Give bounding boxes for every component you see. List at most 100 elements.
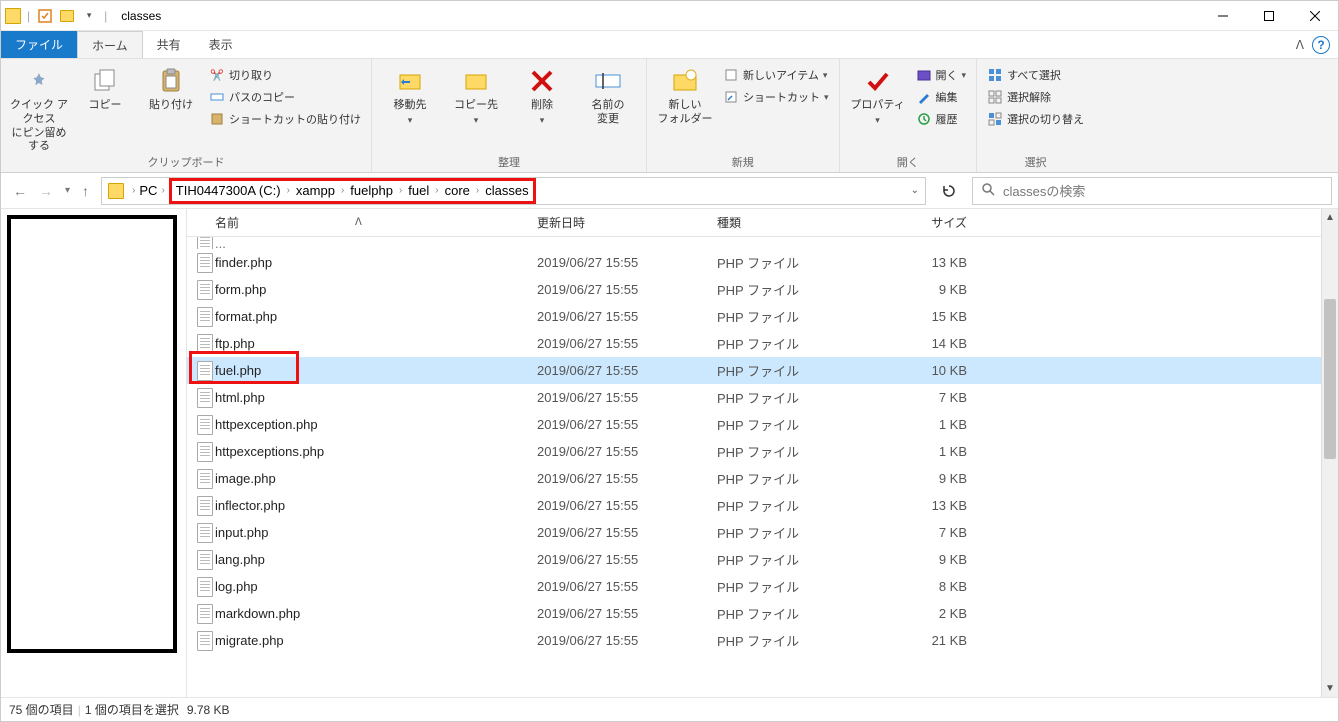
- tab-share[interactable]: 共有: [143, 31, 195, 58]
- folder-small-icon[interactable]: [58, 7, 76, 25]
- list-row[interactable]: httpexceptions.php 2019/06/27 15:55 PHP …: [187, 438, 1338, 465]
- titlebar: | ▾ | classes: [1, 1, 1338, 31]
- tab-file[interactable]: ファイル: [1, 31, 77, 58]
- ribbon: クイック アクセス にピン留めする コピー 貼り付け ✂️切り取り パスのコピー…: [1, 59, 1338, 173]
- file-name: httpexception.php: [215, 417, 537, 432]
- open-icon: [916, 67, 932, 83]
- file-name: migrate.php: [215, 633, 537, 648]
- delete-button[interactable]: 削除▾: [510, 63, 574, 126]
- list-row[interactable]: form.php 2019/06/27 15:55 PHP ファイル 9 KB: [187, 276, 1338, 303]
- crumb-xampp[interactable]: xampp: [296, 183, 335, 198]
- copy-to-button[interactable]: コピー先▾: [444, 63, 508, 126]
- list-row[interactable]: fuel.php 2019/06/27 15:55 PHP ファイル 10 KB: [187, 357, 1338, 384]
- ribbon-tabs: ファイル ホーム 共有 表示 ᐱ ?: [1, 31, 1338, 59]
- pin-to-quick-access-button[interactable]: クイック アクセス にピン留めする: [7, 63, 71, 154]
- scroll-up-icon[interactable]: ▲: [1322, 209, 1338, 226]
- scroll-thumb[interactable]: [1324, 299, 1336, 459]
- collapse-ribbon-icon[interactable]: ᐱ: [1296, 38, 1304, 52]
- file-size: 8 KB: [867, 579, 967, 594]
- file-type: PHP ファイル: [717, 604, 867, 623]
- crumb-drive[interactable]: TIH0447300A (C:): [176, 183, 281, 198]
- dropdown-icon[interactable]: ▾: [80, 7, 98, 25]
- file-type: PHP ファイル: [717, 523, 867, 542]
- col-name[interactable]: 名前ᐱ: [215, 214, 537, 231]
- list-row[interactable]: migrate.php 2019/06/27 15:55 PHP ファイル 21…: [187, 627, 1338, 654]
- file-icon: [197, 631, 213, 651]
- paste-button[interactable]: 貼り付け: [139, 63, 203, 113]
- list-row[interactable]: ftp.php 2019/06/27 15:55 PHP ファイル 14 KB: [187, 330, 1338, 357]
- file-name: fuel.php: [215, 363, 537, 378]
- list-row[interactable]: input.php 2019/06/27 15:55 PHP ファイル 7 KB: [187, 519, 1338, 546]
- crumb-pc[interactable]: PC: [139, 183, 157, 198]
- folder-icon: [108, 183, 124, 199]
- file-date: 2019/06/27 15:55: [537, 336, 717, 351]
- minimize-button[interactable]: [1200, 1, 1246, 31]
- status-size: 9.78 KB: [187, 703, 230, 717]
- vertical-scrollbar[interactable]: ▲ ▼: [1321, 209, 1338, 697]
- status-count: 75 個の項目: [9, 701, 74, 718]
- list-row[interactable]: image.php 2019/06/27 15:55 PHP ファイル 9 KB: [187, 465, 1338, 492]
- crumb-core[interactable]: core: [445, 183, 470, 198]
- list-row[interactable]: format.php 2019/06/27 15:55 PHP ファイル 15 …: [187, 303, 1338, 330]
- crumb-classes[interactable]: classes: [485, 183, 528, 198]
- move-to-button[interactable]: 移動先▾: [378, 63, 442, 126]
- quick-access-toolbar: ▾: [36, 7, 98, 25]
- maximize-button[interactable]: [1246, 1, 1292, 31]
- address-dropdown[interactable]: ⌄: [911, 185, 919, 196]
- tab-view[interactable]: 表示: [195, 31, 247, 58]
- list-row[interactable]: inflector.php 2019/06/27 15:55 PHP ファイル …: [187, 492, 1338, 519]
- refresh-button[interactable]: [932, 177, 966, 205]
- paste-shortcut-button[interactable]: ショートカットの貼り付け: [205, 109, 365, 129]
- newfolder-icon: [669, 65, 701, 97]
- history-button[interactable]: 履歴: [912, 109, 971, 129]
- close-button[interactable]: [1292, 1, 1338, 31]
- invert-selection-button[interactable]: 選択の切り替え: [983, 109, 1088, 129]
- cut-button[interactable]: ✂️切り取り: [205, 65, 365, 85]
- select-none-button[interactable]: 選択解除: [983, 87, 1088, 107]
- file-type: PHP ファイル: [717, 415, 867, 434]
- list-row[interactable]: markdown.php 2019/06/27 15:55 PHP ファイル 2…: [187, 600, 1338, 627]
- list-row[interactable]: log.php 2019/06/27 15:55 PHP ファイル 8 KB: [187, 573, 1338, 600]
- crumb-fuel[interactable]: fuel: [408, 183, 429, 198]
- help-icon[interactable]: ?: [1312, 36, 1330, 54]
- col-date[interactable]: 更新日時: [537, 214, 717, 231]
- open-button[interactable]: 開く ▾: [912, 65, 971, 85]
- new-item-button[interactable]: 新しいアイテム ▾: [719, 65, 833, 85]
- file-type: PHP ファイル: [717, 280, 867, 299]
- forward-button[interactable]: →: [39, 183, 53, 199]
- searchbar[interactable]: classesの検索: [972, 177, 1332, 205]
- file-date: 2019/06/27 15:55: [537, 552, 717, 567]
- col-type[interactable]: 種類: [717, 214, 867, 231]
- col-size[interactable]: サイズ: [867, 214, 967, 231]
- list-row[interactable]: finder.php 2019/06/27 15:55 PHP ファイル 13 …: [187, 249, 1338, 276]
- breadcrumb-highlight: TIH0447300A (C:) › xampp › fuelphp › fue…: [169, 178, 536, 204]
- rename-button[interactable]: 名前の 変更: [576, 63, 640, 127]
- select-all-button[interactable]: すべて選択: [983, 65, 1088, 85]
- recent-dropdown[interactable]: ▾: [65, 185, 70, 196]
- list-row[interactable]: lang.php 2019/06/27 15:55 PHP ファイル 9 KB: [187, 546, 1338, 573]
- edit-button[interactable]: 編集: [912, 87, 971, 107]
- list-row[interactable]: httpexception.php 2019/06/27 15:55 PHP フ…: [187, 411, 1338, 438]
- list-body: ... finder.php 2019/06/27 15:55 PHP ファイル…: [187, 237, 1338, 697]
- back-button[interactable]: ←: [13, 183, 27, 199]
- up-button[interactable]: ↑: [82, 183, 89, 199]
- file-type: PHP ファイル: [717, 577, 867, 596]
- copy-button[interactable]: コピー: [73, 63, 137, 113]
- invert-icon: [987, 111, 1003, 127]
- new-folder-button[interactable]: 新しい フォルダー: [653, 63, 717, 127]
- crumb-fuelphp[interactable]: fuelphp: [350, 183, 393, 198]
- shortcut-button[interactable]: ショートカット ▾: [719, 87, 833, 107]
- file-size: 15 KB: [867, 309, 967, 324]
- list-row[interactable]: html.php 2019/06/27 15:55 PHP ファイル 7 KB: [187, 384, 1338, 411]
- tab-home[interactable]: ホーム: [77, 31, 143, 58]
- file-type: PHP ファイル: [717, 361, 867, 380]
- file-name: lang.php: [215, 552, 537, 567]
- scroll-down-icon[interactable]: ▼: [1322, 680, 1338, 697]
- group-label: 開く: [846, 154, 971, 172]
- properties-icon[interactable]: [36, 7, 54, 25]
- list-row[interactable]: ...: [187, 237, 1338, 249]
- navigation-pane[interactable]: [1, 209, 187, 697]
- addressbar[interactable]: › PC › TIH0447300A (C:) › xampp › fuelph…: [101, 177, 926, 205]
- properties-button[interactable]: プロパティ▾: [846, 63, 910, 126]
- copy-path-button[interactable]: パスのコピー: [205, 87, 365, 107]
